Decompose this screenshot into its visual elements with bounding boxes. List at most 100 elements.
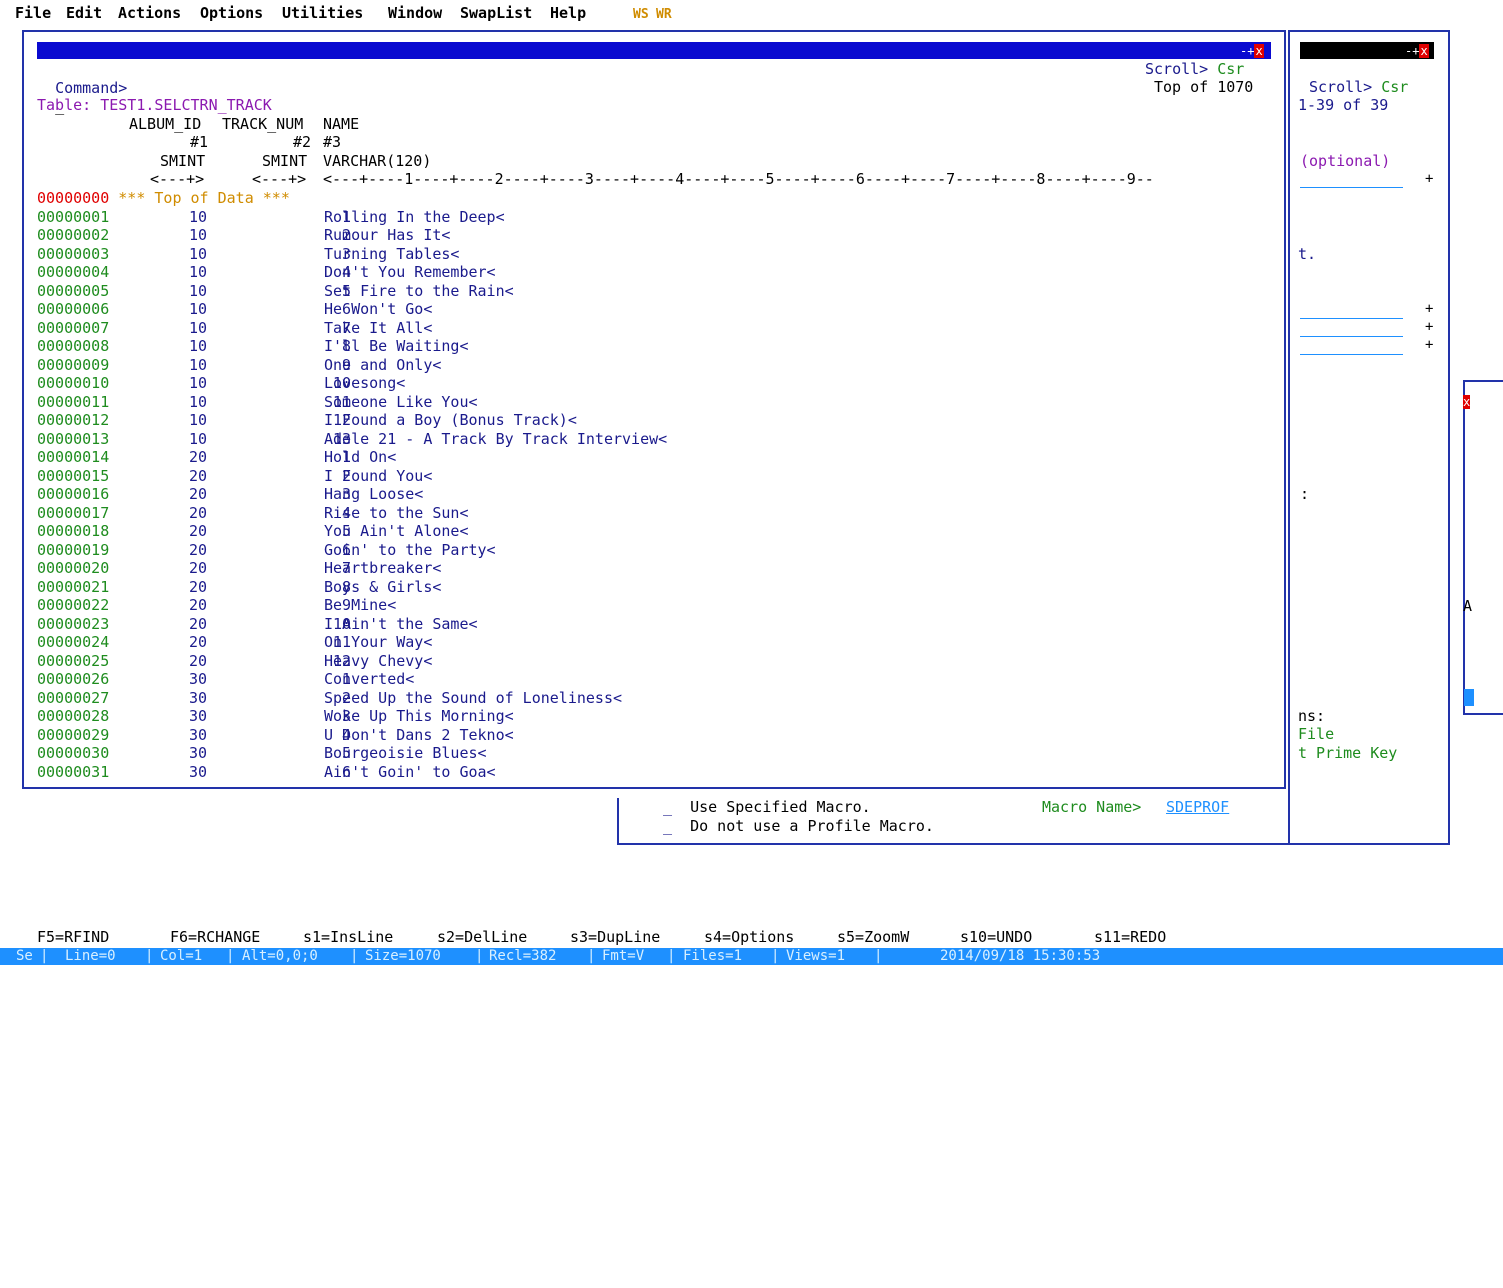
name-cell[interactable]: On Your Way<	[324, 633, 432, 652]
album-id-cell[interactable]: 20	[189, 633, 249, 652]
fkey-s10[interactable]: s10=UNDO	[960, 928, 1032, 947]
album-id-cell[interactable]: 20	[189, 522, 249, 541]
column-header-name[interactable]: NAME	[323, 115, 359, 134]
name-cell[interactable]: Heartbreaker<	[324, 559, 441, 578]
album-id-cell[interactable]: 30	[189, 726, 249, 745]
name-cell[interactable]: Turning Tables<	[324, 245, 459, 264]
menu-swaplist[interactable]: SwapList	[460, 4, 532, 23]
album-id-cell[interactable]: 10	[189, 300, 249, 319]
fkey-s11[interactable]: s11=REDO	[1094, 928, 1166, 947]
fkey-f5[interactable]: F5=RFIND	[37, 928, 109, 947]
album-id-cell[interactable]: 30	[189, 707, 249, 726]
close-icon[interactable]: x	[1254, 44, 1264, 58]
album-id-cell[interactable]: 30	[189, 744, 249, 763]
name-cell[interactable]: Lovesong<	[324, 374, 405, 393]
album-id-cell[interactable]: 10	[189, 319, 249, 338]
album-id-cell[interactable]: 20	[189, 615, 249, 634]
name-cell[interactable]: Take It All<	[324, 319, 432, 338]
name-cell[interactable]: Don't You Remember<	[324, 263, 496, 282]
fkey-f6[interactable]: F6=RCHANGE	[170, 928, 260, 947]
album-id-cell[interactable]: 20	[189, 485, 249, 504]
album-id-cell[interactable]: 10	[189, 282, 249, 301]
back-optional-field[interactable]	[1300, 187, 1403, 188]
album-id-cell[interactable]: 20	[189, 541, 249, 560]
album-id-cell[interactable]: 20	[189, 652, 249, 671]
editor-window-controls[interactable]: -+x	[1240, 44, 1264, 58]
side-close-icon[interactable]: x	[1463, 395, 1471, 409]
editor-titlebar[interactable]: DB2(CBLA): Edit table TEST1.SELCTRN_TRAC…	[37, 42, 1271, 76]
fkey-s1[interactable]: s1=InsLine	[303, 928, 393, 947]
album-id-cell[interactable]: 30	[189, 763, 249, 782]
name-cell[interactable]: U Don't Dans 2 Tekno<	[324, 726, 514, 745]
album-id-cell[interactable]: 10	[189, 263, 249, 282]
fkey-s3[interactable]: s3=DupLine	[570, 928, 660, 947]
prompt-plus-icon[interactable]: +	[1425, 170, 1433, 189]
menu-options[interactable]: Options	[200, 4, 263, 23]
album-id-cell[interactable]: 20	[189, 467, 249, 486]
album-id-cell[interactable]: 10	[189, 226, 249, 245]
name-cell[interactable]: Ain't Goin' to Goa<	[324, 763, 496, 782]
album-id-cell[interactable]: 20	[189, 504, 249, 523]
name-cell[interactable]: Speed Up the Sound of Loneliness<	[324, 689, 622, 708]
name-cell[interactable]: Heavy Chevy<	[324, 652, 432, 671]
wr-indicator[interactable]: WR	[656, 6, 672, 25]
album-id-cell[interactable]: 10	[189, 337, 249, 356]
back-panel-window-controls[interactable]: -+x	[1405, 44, 1429, 58]
name-cell[interactable]: I'll Be Waiting<	[324, 337, 469, 356]
name-cell[interactable]: Adele 21 - A Track By Track Interview<	[324, 430, 667, 449]
name-cell[interactable]: Set Fire to the Rain<	[324, 282, 514, 301]
macro-name-field[interactable]: SDEPROF	[1166, 798, 1229, 817]
album-id-cell[interactable]: 10	[189, 208, 249, 227]
album-id-cell[interactable]: 10	[189, 430, 249, 449]
name-cell[interactable]: Bourgeoisie Blues<	[324, 744, 487, 763]
name-cell[interactable]: I Ain't the Same<	[324, 615, 478, 634]
name-cell[interactable]: Converted<	[324, 670, 414, 689]
album-id-cell[interactable]: 10	[189, 374, 249, 393]
prompt-plus-icon[interactable]: +	[1425, 336, 1433, 355]
name-cell[interactable]: He Won't Go<	[324, 300, 432, 319]
back-scroll-value[interactable]: Csr	[1381, 78, 1408, 96]
name-cell[interactable]: Be Mine<	[324, 596, 396, 615]
name-cell[interactable]: Hold On<	[324, 448, 396, 467]
name-cell[interactable]: Rumour Has It<	[324, 226, 450, 245]
fkey-s4[interactable]: s4=Options	[704, 928, 794, 947]
name-cell[interactable]: Boys & Girls<	[324, 578, 441, 597]
name-cell[interactable]: I Found a Boy (Bonus Track)<	[324, 411, 577, 430]
album-id-cell[interactable]: 30	[189, 670, 249, 689]
menu-help[interactable]: Help	[550, 4, 586, 23]
menu-edit[interactable]: Edit	[66, 4, 102, 23]
macro-option-specified[interactable]: _ Use Specified Macro.	[663, 798, 871, 817]
menu-file[interactable]: File	[15, 4, 51, 23]
album-id-cell[interactable]: 10	[189, 356, 249, 375]
ws-indicator[interactable]: WS	[633, 6, 649, 25]
album-id-cell[interactable]: 10	[189, 393, 249, 412]
album-id-cell[interactable]: 10	[189, 245, 249, 264]
prompt-plus-icon[interactable]: +	[1425, 318, 1433, 337]
name-cell[interactable]: Rise to the Sun<	[324, 504, 469, 523]
back-field-3[interactable]	[1300, 354, 1403, 355]
back-field-1[interactable]	[1300, 318, 1403, 319]
album-id-cell[interactable]: 20	[189, 448, 249, 467]
prompt-plus-icon[interactable]: +	[1425, 300, 1433, 319]
close-icon[interactable]: x	[1419, 44, 1429, 58]
column-header-track-num[interactable]: TRACK_NUM	[222, 115, 303, 134]
menu-actions[interactable]: Actions	[118, 4, 181, 23]
album-id-cell[interactable]: 20	[189, 596, 249, 615]
menu-utilities[interactable]: Utilities	[282, 4, 363, 23]
album-id-cell[interactable]: 20	[189, 578, 249, 597]
fkey-s5[interactable]: s5=ZoomW	[837, 928, 909, 947]
name-cell[interactable]: Someone Like You<	[324, 393, 478, 412]
album-id-cell[interactable]: 10	[189, 411, 249, 430]
fkey-s2[interactable]: s2=DelLine	[437, 928, 527, 947]
album-id-cell[interactable]: 20	[189, 559, 249, 578]
album-id-cell[interactable]: 30	[189, 689, 249, 708]
menu-window[interactable]: Window	[388, 4, 442, 23]
name-cell[interactable]: I Found You<	[324, 467, 432, 486]
macro-option-none[interactable]: _ Do not use a Profile Macro.	[663, 817, 934, 836]
side-cursor[interactable]	[1464, 689, 1474, 706]
name-cell[interactable]: Goin' to the Party<	[324, 541, 496, 560]
name-cell[interactable]: Hang Loose<	[324, 485, 423, 504]
name-cell[interactable]: Rolling In the Deep<	[324, 208, 505, 227]
name-cell[interactable]: One and Only<	[324, 356, 441, 375]
scroll-value[interactable]: Csr	[1217, 60, 1244, 78]
